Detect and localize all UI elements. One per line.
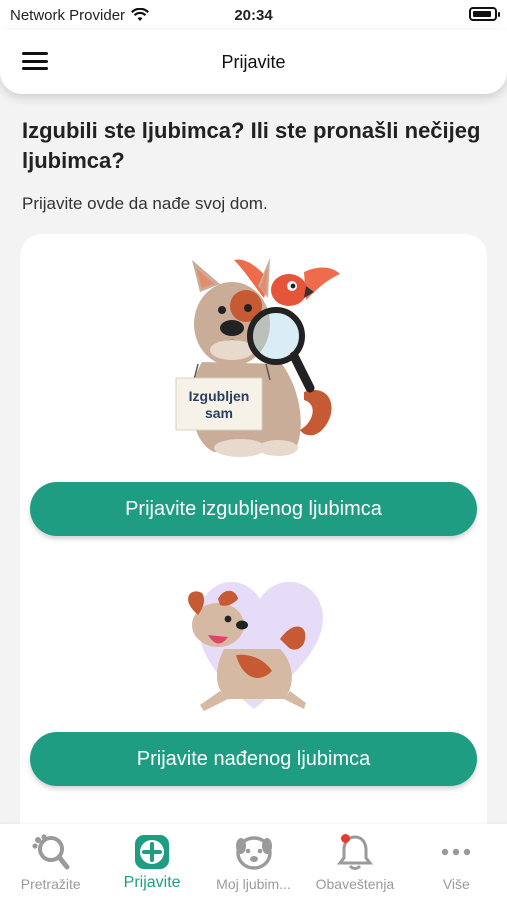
more-dots-icon (436, 832, 476, 872)
report-found-pet-button[interactable]: Prijavite nađenog ljubimca (30, 732, 477, 786)
tab-bar: Pretražite Prijavite Moj ljubim... Obave… (0, 824, 507, 900)
lost-sign-line1: Izgubljen (188, 388, 249, 404)
tab-report[interactable]: Prijavite (101, 824, 202, 900)
tab-my-pet[interactable]: Moj ljubim... (203, 824, 304, 900)
search-paw-icon (31, 832, 71, 872)
tab-label-my-pet: Moj ljubim... (216, 876, 291, 892)
tab-label-search: Pretražite (20, 876, 81, 892)
tab-notifications[interactable]: Obaveštenja (304, 824, 405, 900)
tab-label-more: Više (442, 876, 470, 892)
dog-face-icon (234, 832, 274, 872)
notification-badge (340, 834, 350, 843)
app-header: Prijavite (0, 30, 507, 94)
carrier-name: Network Provider (10, 6, 126, 24)
main-content: Izgubili ste ljubimca? Ili ste pronašli … (0, 94, 507, 824)
tab-label-report: Prijavite (123, 874, 181, 891)
battery-icon (469, 7, 500, 21)
found-dog-heart-illustration (187, 581, 323, 711)
tab-more[interactable]: Više (406, 824, 507, 900)
tab-label-notifications: Obaveštenja (315, 876, 395, 892)
lost-sign-line2: sam (204, 405, 232, 421)
wifi-icon (131, 8, 150, 21)
page-title: Prijavite (221, 51, 286, 72)
lost-dog-parrot-illustration: Izgubljen sam (175, 258, 340, 457)
headline: Izgubili ste ljubimca? Ili ste pronašli … (22, 118, 481, 173)
carrier-info: Network Provider (10, 6, 150, 24)
hamburger-menu-icon[interactable] (22, 50, 48, 72)
report-lost-pet-button[interactable]: Prijavite izgubljenog ljubimca (30, 482, 477, 536)
status-bar: Network Provider 20:34 (0, 0, 507, 30)
tab-search[interactable]: Pretražite (0, 824, 101, 900)
report-card: Izgubljen sam Prijavite izgubljenog ljub… (20, 234, 487, 824)
subtitle: Prijavite ovde da nađe svoj dom. (22, 194, 268, 213)
add-square-icon (132, 832, 172, 872)
